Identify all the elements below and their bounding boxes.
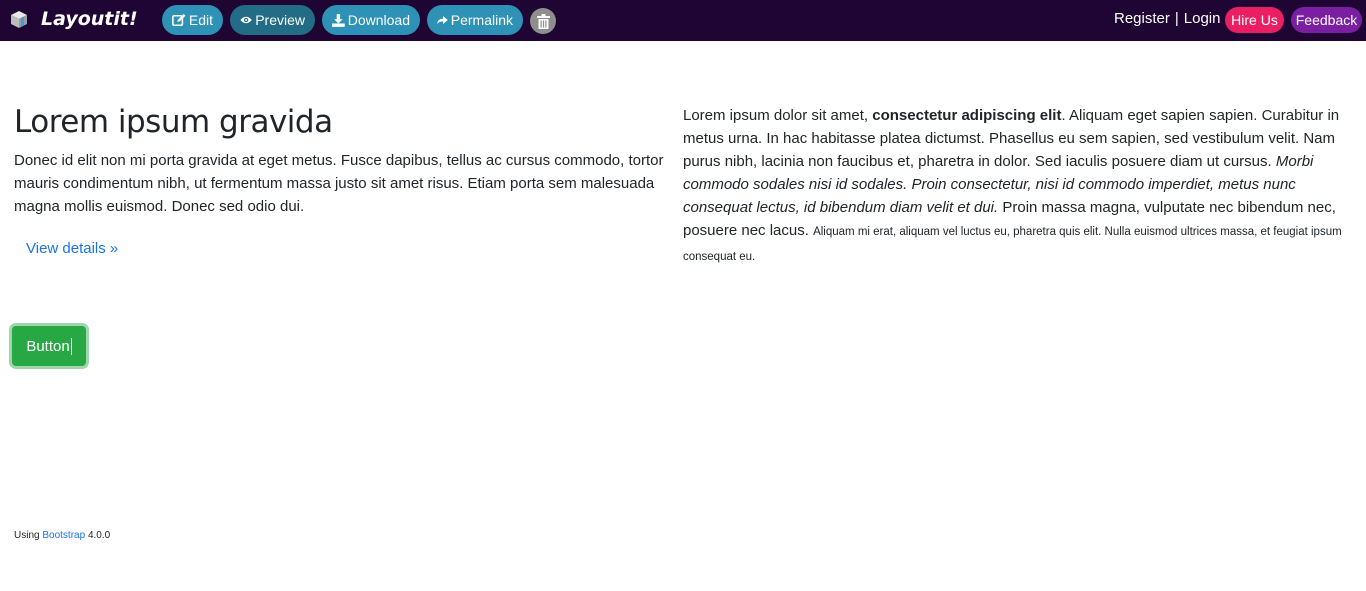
- view-details-link[interactable]: View details »: [26, 240, 118, 257]
- top-navbar: Layoutit! Edit Preview Download Permalin…: [0, 0, 1366, 41]
- download-icon: [332, 13, 345, 27]
- download-button[interactable]: Download: [322, 5, 420, 35]
- feedback-button[interactable]: Feedback: [1291, 7, 1362, 33]
- permalink-button[interactable]: Permalink: [427, 5, 523, 35]
- preview-button[interactable]: Preview: [230, 5, 315, 35]
- edit-label: Edit: [188, 12, 213, 28]
- eye-icon: [240, 16, 252, 24]
- hire-us-button[interactable]: Hire Us: [1225, 7, 1284, 33]
- trash-icon: [536, 13, 550, 29]
- body-paragraph: Lorem ipsum dolor sit amet, consectetur …: [683, 104, 1353, 269]
- login-link[interactable]: Login: [1184, 10, 1221, 27]
- register-link[interactable]: Register: [1114, 10, 1170, 27]
- body-text-bold: consectetur adipiscing elit: [872, 107, 1062, 124]
- brand-name: Layoutit!: [41, 8, 138, 30]
- edit-icon: [172, 13, 186, 26]
- section-heading: Lorem ipsum gravida: [14, 104, 333, 140]
- footer-note: Using Bootstrap 4.0.0: [14, 530, 110, 541]
- cube-logo-icon: [11, 11, 27, 28]
- brand[interactable]: Layoutit!: [9, 8, 138, 30]
- footer-version: 4.0.0: [85, 530, 111, 541]
- lead-paragraph: Donec id elit non mi porta gravida at eg…: [14, 152, 664, 215]
- nav-separator: |: [1174, 10, 1179, 27]
- preview-label: Preview: [255, 12, 305, 28]
- permalink-label: Permalink: [450, 12, 513, 28]
- edit-button[interactable]: Edit: [162, 5, 223, 35]
- account-nav: Register | Login: [1114, 10, 1220, 27]
- bootstrap-link[interactable]: Bootstrap: [42, 530, 85, 541]
- button-label: Button: [26, 337, 70, 355]
- footer-prefix: Using: [14, 530, 43, 541]
- share-arrow-icon: [437, 15, 448, 25]
- body-text-1: Lorem ipsum dolor sit amet,: [683, 107, 873, 124]
- editable-button[interactable]: Button: [12, 326, 86, 366]
- download-label: Download: [347, 12, 410, 28]
- trash-button[interactable]: [530, 8, 556, 34]
- text-caret: [70, 337, 72, 355]
